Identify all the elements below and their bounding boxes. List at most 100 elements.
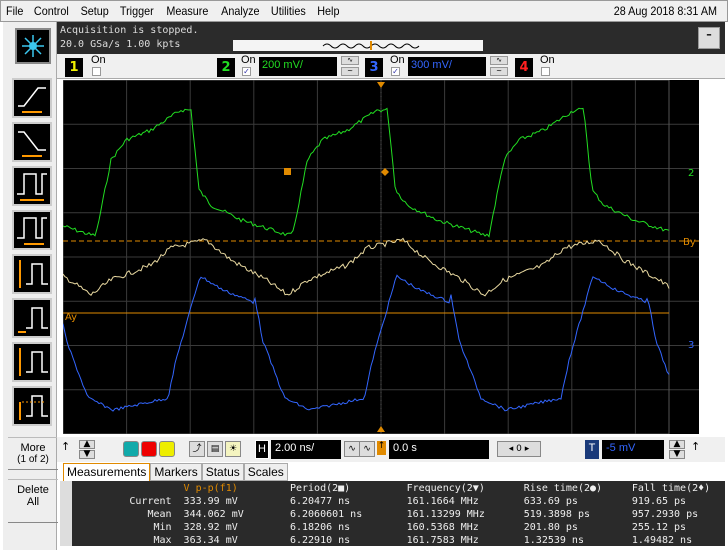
measurement-value: 919.65 ps <box>631 496 687 507</box>
menu-trigger[interactable]: Trigger <box>117 4 158 18</box>
channel-4-checkbox[interactable] <box>541 67 550 76</box>
channel-4-button[interactable]: 4 <box>515 58 533 77</box>
trigger-up-button[interactable]: ▲ <box>669 440 685 449</box>
horizontal-button[interactable]: H <box>255 440 269 459</box>
column-header: Period(2■) <box>289 483 351 494</box>
menu-file[interactable]: File <box>2 4 27 18</box>
channel-2-ac-icon[interactable]: ∿ <box>341 56 359 65</box>
fall-time-marker-icon <box>381 168 389 176</box>
measurement-header-row: V p-p(f1) Period(2■) Frequency(2▼) Rise tim… <box>100 482 725 495</box>
red-color-button[interactable] <box>141 441 157 457</box>
fall-time-tool-icon[interactable] <box>12 122 52 162</box>
menu-bar: File Control Setup Trigger Measure Analy… <box>0 0 728 22</box>
vmin-tool-icon[interactable] <box>12 298 52 338</box>
trigger-button[interactable]: T <box>585 440 599 459</box>
channel-3-dc-icon[interactable]: ~ <box>490 67 508 76</box>
channel-2-on-label: On <box>241 54 256 66</box>
channel-1-on-label: On <box>91 54 106 66</box>
delay-stepper[interactable]: ◂ 0 ▸ <box>497 441 541 457</box>
menu-utilities[interactable]: Utilities <box>268 4 310 18</box>
cyan-color-button[interactable] <box>123 441 139 457</box>
measurement-value: 161.13299 MHz <box>406 509 485 520</box>
minimize-button[interactable]: – <box>698 27 720 49</box>
menu-measure[interactable]: Measure <box>163 4 212 18</box>
channel-1-checkbox[interactable] <box>92 67 101 76</box>
column-header: Fall time(2♦) <box>631 483 711 494</box>
tab-scales[interactable]: Scales <box>243 463 288 481</box>
measurement-value: 161.1664 MHz <box>406 496 479 507</box>
acquisition-state: Acquisition is stopped. <box>60 25 199 36</box>
measurement-value: 161.7583 MHz <box>406 535 479 546</box>
timebase-field[interactable]: 2.00 ns/ <box>271 440 341 459</box>
vpp-tool-icon[interactable] <box>12 254 52 294</box>
menu-analyze[interactable]: Analyze <box>217 4 263 18</box>
measurement-value: 6.20477 ns <box>289 496 351 507</box>
tab-status[interactable]: Status <box>201 463 244 481</box>
tab-measurements[interactable]: Measurements <box>63 463 151 481</box>
tab-bar: Measurements Markers Status Scales <box>63 463 288 481</box>
channel-3-scale[interactable]: 300 mV/ <box>408 57 486 76</box>
channel-4-on-label: On <box>540 54 555 66</box>
frequency-tool-icon[interactable] <box>12 210 52 250</box>
waveform-overview[interactable] <box>233 40 483 51</box>
measurement-value: 160.5368 MHz <box>406 522 479 533</box>
channel-2-checkbox[interactable]: ✓ <box>242 67 251 76</box>
logo-icon[interactable] <box>15 28 51 64</box>
measurement-value: 201.80 ps <box>523 522 578 533</box>
channel-3-ac-icon[interactable]: ∿ <box>490 56 508 65</box>
more-button[interactable]: More (1 of 2) <box>8 437 58 470</box>
measurement-row: Mean 344.062 mV 6.2060601 ns 161.13299 MHz 5… <box>100 508 725 521</box>
tab-markers[interactable]: Markers <box>150 463 202 481</box>
channel-3-trace <box>62 274 670 412</box>
measurement-value: 333.99 mV <box>183 496 238 507</box>
channel-3-label: 3 <box>688 340 694 351</box>
scroll-down-button[interactable]: ▼ <box>79 450 95 459</box>
menu-setup[interactable]: Setup <box>77 4 112 18</box>
measurement-value: 363.34 mV <box>183 535 238 546</box>
delay-field[interactable]: 0.0 s <box>389 440 489 459</box>
more-label: More <box>20 442 46 454</box>
channel-2-label: 2 <box>688 168 694 179</box>
trigger-position-marker-bottom <box>377 426 385 432</box>
channel-2-button[interactable]: 2 <box>217 58 235 77</box>
measurements-table: V p-p(f1) Period(2■) Frequency(2▼) Rise tim… <box>100 482 725 547</box>
marker-by-label: By <box>683 237 696 248</box>
measurement-value: 1.49482 ns <box>631 535 693 546</box>
column-header: V p-p(f1) <box>183 483 238 494</box>
print-icon[interactable]: ▤ <box>207 441 223 457</box>
column-header: Frequency(2▼) <box>406 483 485 494</box>
measurement-value: 6.18206 ns <box>289 522 351 533</box>
rise-time-tool-icon[interactable] <box>12 78 52 118</box>
trigger-level-field[interactable]: -5 mV <box>602 440 664 459</box>
measurement-value: 519.3898 ps <box>523 509 590 520</box>
measurement-value: 255.12 ps <box>631 522 687 533</box>
menu-help[interactable]: Help <box>314 4 343 18</box>
datetime: 28 Aug 2018 8:31 AM <box>613 4 718 18</box>
channel-3-checkbox[interactable]: ✓ <box>391 67 400 76</box>
period-tool-icon[interactable] <box>12 166 52 206</box>
trigger-position-icon: ↑ <box>377 441 386 455</box>
vtop-tool-icon[interactable] <box>12 386 52 426</box>
measurements-scrollbar[interactable] <box>60 481 72 546</box>
measurement-value: 1.32539 ns <box>523 535 584 546</box>
channel-3-button[interactable]: 3 <box>365 58 383 77</box>
menu-control[interactable]: Control <box>31 4 73 18</box>
measurement-value: 6.2060601 ns <box>289 509 363 520</box>
control-bar: ↑ ▲ ▼ ⤴ ▤ ☀ H 2.00 ns/ ∿ ∿ ↑ 0.0 s ◂ 0 ▸… <box>57 437 725 462</box>
channel-2-scale[interactable]: 200 mV/ <box>259 57 337 76</box>
vamplitude-tool-icon[interactable] <box>12 342 52 382</box>
trigger-down-button[interactable]: ▼ <box>669 450 685 459</box>
waveform-display[interactable]: 2ByAy3⇕⇕⇕ <box>62 79 705 435</box>
yellow-color-button[interactable] <box>159 441 175 457</box>
screenshot-icon[interactable]: ⤴ <box>189 441 205 457</box>
fine-icon[interactable]: ∿ <box>344 441 360 457</box>
measurement-value: 6.22910 ns <box>289 535 351 546</box>
more-page: (1 of 2) <box>17 454 49 465</box>
wave-icon[interactable]: ∿ <box>359 441 375 457</box>
math-trace <box>62 237 670 297</box>
brightness-icon[interactable]: ☀ <box>225 441 241 457</box>
channel-1-button[interactable]: 1 <box>65 58 83 77</box>
scroll-up-button[interactable]: ▲ <box>79 440 95 449</box>
channel-2-dc-icon[interactable]: ~ <box>341 67 359 76</box>
delete-all-button[interactable]: Delete All <box>8 479 58 523</box>
